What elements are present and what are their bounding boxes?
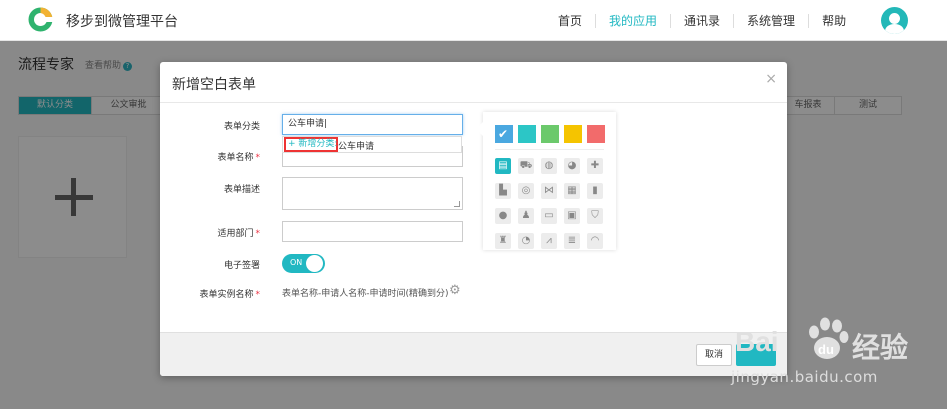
name-label: 表单名称 * xyxy=(160,150,260,163)
category-input[interactable]: 公车申请| xyxy=(282,114,463,135)
new-form-modal: 新增空白表单 × 表单分类 公车申请| 表单名称 * + 新增分类: 公车申请 表… xyxy=(160,62,787,376)
suggested-category[interactable]: 公车申请 xyxy=(338,139,374,152)
svg-text:du: du xyxy=(818,342,834,357)
modal-footer: 取消 xyxy=(160,332,787,376)
stack-icon[interactable]: ≣ xyxy=(564,233,580,249)
app-name: 移步到微管理平台 xyxy=(66,14,178,30)
baidu-jingyan-watermark: Bai du 经验 jingyan.baidu.com xyxy=(727,312,947,397)
modal-title: 新增空白表单 xyxy=(172,77,256,93)
department-label-text: 适用部门 xyxy=(217,229,254,239)
user-icon[interactable]: ● xyxy=(495,208,511,224)
paw-icon: du xyxy=(809,317,849,359)
department-label: 适用部门 * xyxy=(160,226,260,239)
name-label-text: 表单名称 xyxy=(217,153,254,163)
nav-contacts[interactable]: 通讯录 xyxy=(671,13,735,28)
category-label-text: 表单分类 xyxy=(223,122,260,132)
description-label: 表单描述 xyxy=(160,182,260,195)
world-icon[interactable]: ◎ xyxy=(518,183,534,199)
stamp-icon[interactable]: ♜ xyxy=(495,233,511,249)
gear-icon[interactable]: ⚙ xyxy=(449,284,463,298)
color-swatch-red[interactable] xyxy=(587,125,605,143)
modal-header: 新增空白表单 × xyxy=(160,62,787,103)
close-icon[interactable]: × xyxy=(765,71,777,87)
globe-icon[interactable]: ◍ xyxy=(541,158,557,174)
description-label-text: 表单描述 xyxy=(223,185,260,195)
watermark-url: jingyan.baidu.com xyxy=(731,368,878,386)
avatar-head xyxy=(889,13,900,24)
required-mark: * xyxy=(255,229,261,239)
icon-color-picker: ✔ ▤ ⛟ ◍ ◕ ✚ ▙ ◎ ⋈ ▦ ▮ ● ♟ ▭ ▣ ⛉ ♜ ◔ ⩘ ≣ ◠ xyxy=(476,112,616,250)
gauge-icon[interactable]: ◠ xyxy=(587,233,603,249)
pie-chart-icon[interactable]: ◔ xyxy=(518,233,534,249)
line-chart-icon[interactable]: ⩘ xyxy=(541,233,557,249)
building-icon[interactable]: ▙ xyxy=(495,183,511,199)
medical-kit-icon[interactable]: ✚ xyxy=(587,158,603,174)
instance-name-label-text: 表单实例名称 xyxy=(199,290,254,300)
required-mark: * xyxy=(255,153,261,163)
money-icon[interactable]: ▣ xyxy=(564,208,580,224)
color-swatch-green[interactable] xyxy=(541,125,559,143)
check-icon: ✔ xyxy=(498,127,509,141)
chart-pie-icon[interactable]: ◕ xyxy=(564,158,580,174)
watermark-brand-cn: 经验 xyxy=(852,331,909,364)
resize-handle-icon[interactable] xyxy=(454,201,460,207)
color-swatch-teal[interactable] xyxy=(518,125,536,143)
required-mark: * xyxy=(255,290,261,300)
color-swatch-yellow[interactable] xyxy=(564,125,582,143)
nav-system-management[interactable]: 系统管理 xyxy=(734,13,810,28)
category-label: 表单分类 xyxy=(160,119,260,132)
picker-divider xyxy=(495,149,604,150)
instance-name-value: 表单名称-申请人名称-申请时间(精确到分) xyxy=(282,289,449,299)
nav-my-apps[interactable]: 我的应用 xyxy=(596,13,672,28)
top-navigation-bar: 移步到微管理平台 首页 我的应用 通讯录 系统管理 帮助 xyxy=(0,0,947,41)
color-swatch-blue[interactable]: ✔ xyxy=(495,125,513,143)
book-icon[interactable]: ▮ xyxy=(587,183,603,199)
new-category-option[interactable]: + 新增分类: xyxy=(284,137,338,152)
clipboard-icon[interactable]: ▤ xyxy=(495,158,511,174)
nav-home[interactable]: 首页 xyxy=(545,13,597,28)
truck-icon[interactable]: ⛟ xyxy=(518,158,534,174)
people-icon[interactable]: ♟ xyxy=(518,208,534,224)
nav-help[interactable]: 帮助 xyxy=(809,14,859,28)
calculator-icon[interactable]: ▦ xyxy=(564,183,580,199)
category-suggestion-dropdown: + 新增分类: 公车申请 xyxy=(282,136,462,153)
sitemap-icon[interactable]: ⋈ xyxy=(541,183,557,199)
main-nav: 首页 我的应用 通讯录 系统管理 帮助 xyxy=(545,0,859,41)
instance-name-label: 表单实例名称 * xyxy=(160,287,260,300)
avatar-body xyxy=(885,24,904,34)
credit-card-icon[interactable]: ▭ xyxy=(541,208,557,224)
category-input-value: 公车申请 xyxy=(288,119,325,129)
toggle-knob xyxy=(306,255,323,272)
signature-label-text: 电子签署 xyxy=(223,261,260,271)
description-textarea[interactable] xyxy=(282,177,463,210)
signature-label: 电子签署 xyxy=(160,258,260,271)
logo-icon[interactable] xyxy=(27,6,54,33)
picker-arrow xyxy=(476,122,483,136)
signature-toggle[interactable]: ON xyxy=(282,254,325,273)
department-input[interactable] xyxy=(282,221,463,242)
toggle-state: ON xyxy=(290,258,303,267)
cart-icon[interactable]: ⛉ xyxy=(587,208,603,224)
avatar[interactable] xyxy=(881,7,908,34)
watermark-brand: Bai xyxy=(735,326,779,357)
